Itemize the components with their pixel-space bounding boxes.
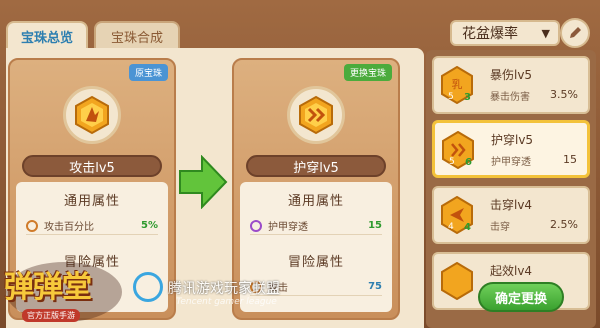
watermark-subtext: Tencent gamer league — [176, 297, 277, 307]
gem-count: 6 — [465, 157, 472, 168]
logo-subtitle: 官方正版手游 — [22, 309, 80, 322]
watermark-text: 腾讯游戏玩家联盟 — [168, 281, 280, 297]
gem-tier: 4 — [448, 222, 454, 232]
original-gem-name: 攻击lv5 — [22, 155, 162, 177]
tab-gem-synthesis[interactable]: 宝珠合成 — [94, 21, 180, 49]
attack-gem-icon — [75, 95, 109, 135]
activation-gem-icon — [441, 262, 473, 300]
pencil-icon — [570, 27, 581, 38]
armor-pierce-gem-icon — [299, 95, 333, 135]
attr-row: 攻击百分比 5% — [26, 217, 158, 235]
tab-gem-overview[interactable]: 宝珠总览 — [6, 21, 88, 49]
gem-list-item-selected[interactable]: 5 6 护穿lv5 护甲穿透 15 — [432, 120, 590, 178]
gem-value: 3.5% — [550, 88, 578, 101]
original-gem-slot — [63, 86, 121, 144]
gem-count: 4 — [464, 222, 471, 233]
gem-name: 护穿lv5 — [491, 133, 534, 147]
attr-value: 15 — [368, 220, 382, 231]
gem-name: 起效lv4 — [490, 264, 533, 278]
attr-value: 75 — [368, 281, 382, 292]
attack-icon — [26, 219, 38, 232]
general-attr-title: 通用属性 — [63, 194, 120, 209]
chevron-down-icon: ▼ — [541, 26, 550, 40]
svg-text:乳: 乳 — [452, 78, 463, 91]
attr-row: 护甲穿透 15 — [250, 217, 382, 235]
gem-tier: 5 — [449, 157, 455, 167]
gem-desc: 暴击伤害 — [490, 92, 530, 103]
tencent-logo-icon — [133, 272, 163, 302]
adventure-attr-title: 冒险属性 — [287, 255, 344, 270]
gem-count: 3 — [464, 92, 471, 103]
armor-pierce-icon — [250, 219, 262, 232]
general-attr-title: 通用属性 — [287, 194, 344, 209]
gem-desc: 护甲穿透 — [491, 157, 531, 168]
replacement-gem-name: 护穿lv5 — [246, 155, 386, 177]
replacement-gem-badge: 更换宝珠 — [343, 64, 392, 81]
gem-tier: 5 — [448, 92, 454, 102]
replacement-gem-slot — [287, 86, 345, 144]
edit-button[interactable] — [560, 18, 590, 48]
filter-dropdown[interactable]: 花盆爆率 ▼ — [450, 20, 560, 46]
dropdown-label: 花盆爆率 — [462, 26, 518, 42]
gem-list-item[interactable]: 4 4 击穿lv4 击穿 2.5% — [432, 186, 590, 244]
gem-name: 击穿lv4 — [490, 198, 533, 212]
logo-title: 弹弹堂 — [4, 270, 92, 305]
gem-name: 暴伤lv5 — [490, 68, 533, 82]
confirm-replace-button[interactable]: 确定更换 — [478, 282, 564, 312]
attr-value: 5% — [141, 220, 158, 231]
swap-arrow-icon — [179, 155, 228, 209]
attr-label: 攻击百分比 — [44, 222, 94, 233]
gem-value: 2.5% — [550, 218, 578, 231]
gem-desc: 击穿 — [490, 222, 510, 233]
gem-value: 15 — [563, 153, 577, 166]
attr-label: 护甲穿透 — [268, 222, 308, 233]
original-gem-badge: 原宝珠 — [128, 64, 168, 81]
gem-list-item[interactable]: 乳 5 3 暴伤lv5 暴击伤害 3.5% — [432, 56, 590, 114]
game-screen: 宝珠总览 宝珠合成 原宝珠 攻击lv5 通用属性 攻击百分比 5% 冒险属性 更… — [0, 0, 600, 328]
